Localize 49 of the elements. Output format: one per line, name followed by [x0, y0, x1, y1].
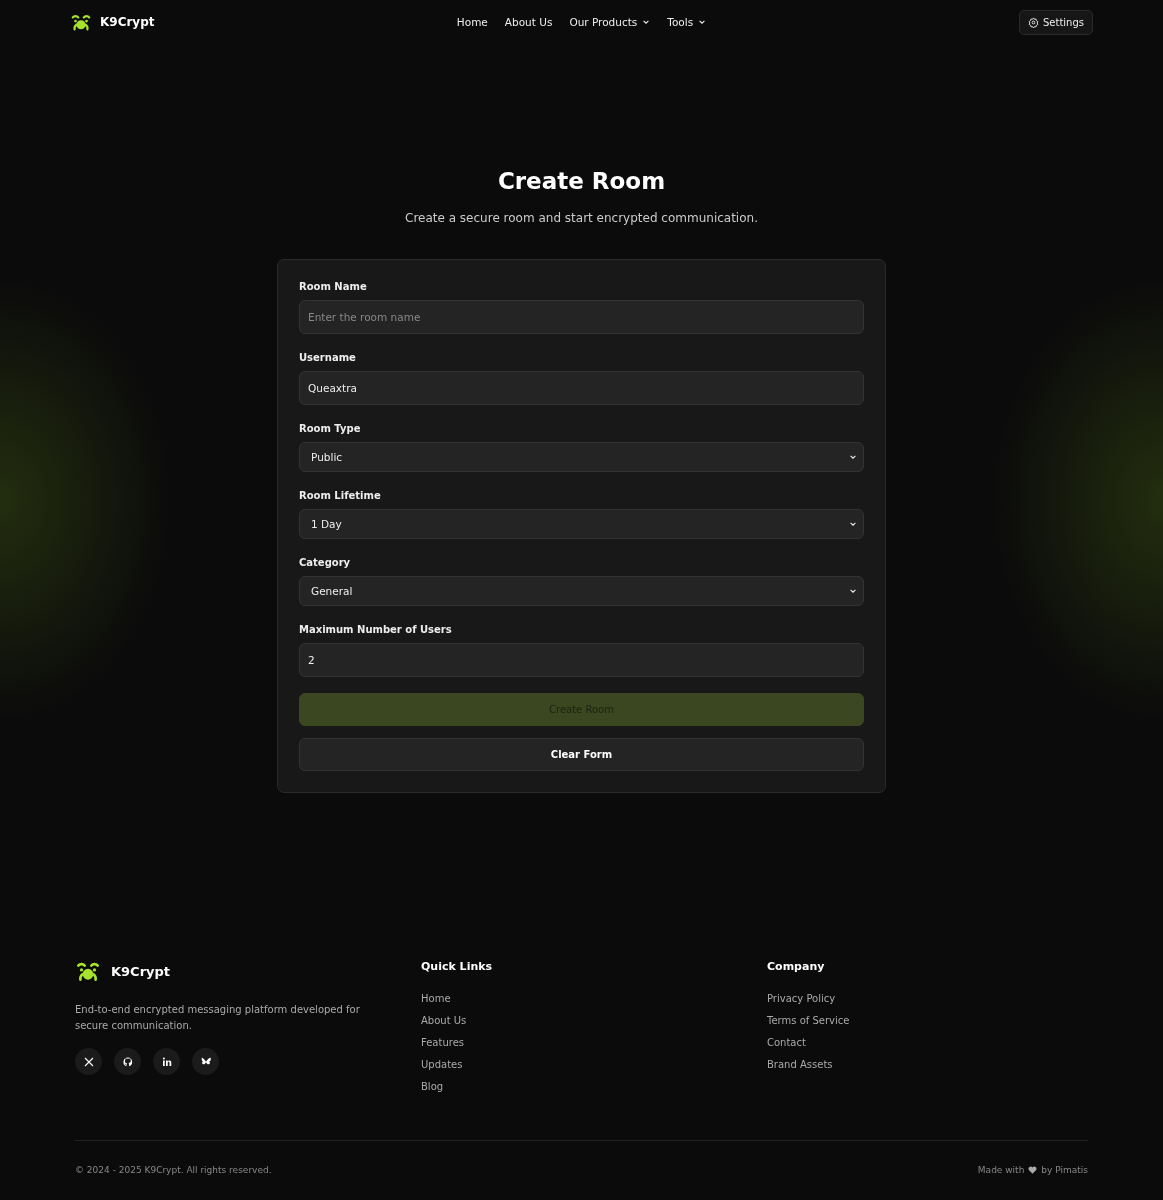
- footer-link[interactable]: Privacy Policy: [767, 993, 836, 1004]
- input-field[interactable]: Enter the room name: [299, 300, 864, 334]
- page-title: Create Room: [497, 168, 666, 194]
- settings-icon: [1028, 16, 1039, 28]
- field-label: Category: [299, 557, 352, 568]
- linkedin-link[interactable]: [153, 1048, 180, 1075]
- footer-link[interactable]: Contact: [767, 1037, 806, 1048]
- brand-name: K9Crypt: [100, 15, 155, 29]
- nav-link[interactable]: Our Products: [569, 16, 651, 28]
- nav-link[interactable]: About Us: [504, 16, 553, 28]
- settings-button[interactable]: Settings: [1019, 9, 1093, 35]
- field-label: Room Type: [299, 423, 362, 434]
- footer-link[interactable]: Terms of Service: [767, 1015, 850, 1026]
- select-field[interactable]: Public: [299, 442, 864, 472]
- footer-link[interactable]: Blog: [421, 1081, 444, 1092]
- chevron-down-icon: [849, 453, 857, 461]
- select-field[interactable]: General: [299, 576, 864, 606]
- chevron-down-icon: [849, 520, 857, 528]
- made-with-text: Made with: [977, 1164, 1025, 1175]
- clear-form-button[interactable]: Clear Form: [299, 738, 864, 771]
- field-label: Maximum Number of Users: [299, 624, 453, 635]
- footer-link[interactable]: Home: [421, 993, 451, 1004]
- github-icon: [121, 1055, 134, 1068]
- field-label: Room Lifetime: [299, 490, 382, 501]
- field-label: Username: [299, 352, 357, 363]
- chevron-down-icon: [849, 587, 857, 595]
- linkedin-icon: [160, 1055, 173, 1068]
- footer-link[interactable]: Features: [421, 1037, 464, 1048]
- made-by-text: by Pimatis: [1041, 1164, 1088, 1175]
- footer-description: End-to-end encrypted messaging platform developed for secure communication.: [75, 1003, 361, 1033]
- input-field[interactable]: 2: [299, 643, 864, 677]
- input-field[interactable]: Queaxtra: [299, 371, 864, 405]
- x-logo-icon: [82, 1055, 95, 1068]
- nav-link[interactable]: Home: [456, 16, 488, 28]
- select-field[interactable]: 1 Day: [299, 509, 864, 539]
- field-label: Room Name: [299, 281, 368, 292]
- column-heading: Quick Links: [421, 959, 494, 973]
- page-subtitle: Create a secure room and start encrypted communication.: [405, 211, 758, 225]
- footer-link[interactable]: About Us: [421, 1015, 467, 1026]
- bluesky-link[interactable]: [192, 1048, 219, 1075]
- x-link[interactable]: [75, 1048, 102, 1075]
- nav-link[interactable]: Tools: [667, 16, 707, 28]
- footer-link[interactable]: Brand Assets: [767, 1059, 833, 1070]
- copyright-text: © 2024 - 2025 K9Crypt. All rights reserved.: [75, 1164, 272, 1175]
- github-link[interactable]: [114, 1048, 141, 1075]
- brand-name: K9Crypt: [111, 963, 171, 979]
- heart-icon: [1028, 1165, 1038, 1174]
- footer-link[interactable]: Updates: [421, 1059, 463, 1070]
- column-heading: Company: [767, 959, 826, 973]
